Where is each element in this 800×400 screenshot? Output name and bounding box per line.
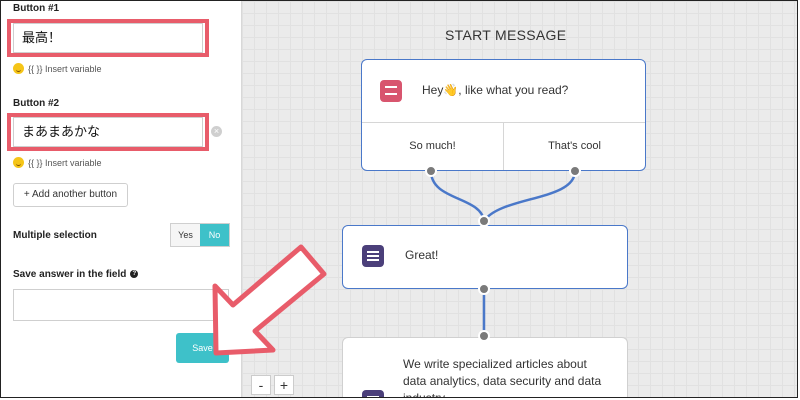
screenshot-frame: Button #1 最高！ {{ }} Insert variable Butt… [0,0,798,398]
arrow-annotation-icon [212,244,327,356]
pointer-arrow [212,244,327,356]
